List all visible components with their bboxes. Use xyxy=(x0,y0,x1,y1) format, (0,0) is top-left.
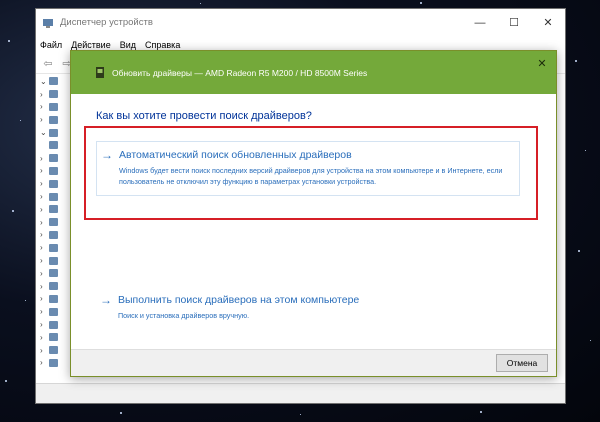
chevron-right-icon[interactable]: › xyxy=(40,307,49,316)
chevron-right-icon[interactable]: › xyxy=(40,102,49,111)
tree-row[interactable]: › xyxy=(40,305,72,318)
chevron-right-icon[interactable]: › xyxy=(40,256,49,265)
device-icon xyxy=(49,141,58,150)
dialog-footer: Отмена xyxy=(71,349,556,376)
tree-row[interactable]: › xyxy=(40,331,72,344)
device-icon xyxy=(49,333,58,342)
tree-row[interactable]: › xyxy=(40,344,72,357)
chevron-right-icon[interactable]: › xyxy=(40,230,49,239)
chevron-right-icon[interactable]: › xyxy=(40,218,49,227)
chevron-right-icon[interactable]: › xyxy=(40,269,49,278)
tree-row[interactable]: › xyxy=(40,241,72,254)
display-adapter-icon xyxy=(49,128,58,137)
tree-row[interactable] xyxy=(40,139,72,152)
device-icon xyxy=(49,243,58,252)
manual-search-title[interactable]: Выполнить поиск драйверов на этом компью… xyxy=(118,294,359,306)
chevron-right-icon[interactable]: › xyxy=(40,115,49,124)
menu-file[interactable]: Файл xyxy=(40,40,62,50)
tree-row[interactable]: › xyxy=(40,152,72,165)
dialog-close-button[interactable]: ✕ xyxy=(535,56,549,70)
tree-row[interactable]: › xyxy=(40,177,72,190)
status-bar xyxy=(36,383,565,403)
back-arrow-icon[interactable]: ⇦ xyxy=(40,56,56,72)
tree-row[interactable]: › xyxy=(40,280,72,293)
device-manager-icon xyxy=(43,18,53,28)
device-icon xyxy=(49,205,58,214)
chevron-right-icon[interactable]: › xyxy=(40,179,49,188)
device-icon xyxy=(49,307,58,316)
maximize-button[interactable]: ☐ xyxy=(497,9,531,36)
chevron-down-icon[interactable]: ⌄ xyxy=(40,77,49,86)
device-icon xyxy=(49,166,58,175)
chevron-right-icon[interactable]: › xyxy=(40,166,49,175)
tree-row[interactable]: › xyxy=(40,165,72,178)
tree-row[interactable]: › xyxy=(40,203,72,216)
chevron-right-icon[interactable]: › xyxy=(40,358,49,367)
close-window-button[interactable]: ✕ xyxy=(531,9,565,36)
menu-action[interactable]: Действие xyxy=(71,40,111,50)
chevron-right-icon[interactable]: › xyxy=(40,205,49,214)
tree-row[interactable]: › xyxy=(40,101,72,114)
computer-icon xyxy=(49,77,58,86)
device-icon xyxy=(49,256,58,265)
device-icon xyxy=(49,320,58,329)
arrow-right-icon: → xyxy=(101,148,113,162)
tree-row[interactable]: › xyxy=(40,357,72,370)
minimize-button[interactable]: — xyxy=(463,9,497,36)
chevron-right-icon[interactable]: › xyxy=(40,90,49,99)
tree-row[interactable]: › xyxy=(40,88,72,101)
device-icon xyxy=(49,294,58,303)
menu-view[interactable]: Вид xyxy=(120,40,136,50)
chevron-down-icon[interactable]: ⌄ xyxy=(40,128,49,137)
device-icon xyxy=(49,269,58,278)
device-icon xyxy=(49,218,58,227)
chevron-right-icon[interactable]: › xyxy=(40,333,49,342)
device-tree: ⌄ › › › ⌄ › › › › › › › › › › › › › › › … xyxy=(40,75,72,369)
auto-search-description: Windows будет вести поиск последних верс… xyxy=(119,166,503,186)
tree-row[interactable]: › xyxy=(40,318,72,331)
menu-help[interactable]: Справка xyxy=(145,40,180,50)
device-icon xyxy=(49,102,58,111)
tree-row[interactable]: › xyxy=(40,267,72,280)
tree-row[interactable]: › xyxy=(40,190,72,203)
dialog-header: Обновить драйверы — AMD Radeon R5 M200 /… xyxy=(71,51,556,94)
chevron-right-icon[interactable]: › xyxy=(40,282,49,291)
dialog-title: Обновить драйверы — AMD Radeon R5 M200 /… xyxy=(112,67,368,78)
tree-row[interactable]: ⌄ xyxy=(40,75,72,88)
tree-row[interactable]: › xyxy=(40,229,72,242)
device-icon xyxy=(49,179,58,188)
device-icon xyxy=(49,192,58,201)
device-icon xyxy=(49,358,58,367)
update-drivers-dialog: Обновить драйверы — AMD Radeon R5 M200 /… xyxy=(70,50,557,377)
arrow-right-icon: → xyxy=(100,293,112,307)
device-icon xyxy=(49,346,58,355)
tree-row[interactable]: › xyxy=(40,113,72,126)
tree-row[interactable]: › xyxy=(40,254,72,267)
chevron-right-icon[interactable]: › xyxy=(40,294,49,303)
chevron-right-icon[interactable]: › xyxy=(40,154,49,163)
display-adapter-icon xyxy=(96,67,104,78)
device-icon xyxy=(49,90,58,99)
device-manager-title: Диспетчер устройств xyxy=(60,17,153,28)
chevron-right-icon[interactable]: › xyxy=(40,320,49,329)
search-question-heading: Как вы хотите провести поиск драйверов? xyxy=(96,110,312,122)
device-icon xyxy=(49,154,58,163)
cancel-button[interactable]: Отмена xyxy=(496,354,548,372)
tree-row[interactable]: ⌄ xyxy=(40,126,72,139)
device-manager-titlebar: Диспетчер устройств — ☐ ✕ xyxy=(36,9,565,36)
chevron-right-icon[interactable]: › xyxy=(40,192,49,201)
auto-search-title[interactable]: Автоматический поиск обновленных драйвер… xyxy=(119,149,352,161)
manual-search-description: Поиск и установка драйверов вручную. xyxy=(118,311,250,320)
tree-row[interactable]: › xyxy=(40,293,72,306)
chevron-right-icon[interactable]: › xyxy=(40,243,49,252)
manual-search-option[interactable]: → Выполнить поиск драйверов на этом комп… xyxy=(96,287,520,327)
tree-row[interactable]: › xyxy=(40,216,72,229)
chevron-right-icon[interactable]: › xyxy=(40,346,49,355)
device-icon xyxy=(49,115,58,124)
auto-search-option[interactable]: → Автоматический поиск обновленных драйв… xyxy=(96,141,520,196)
device-icon xyxy=(49,230,58,239)
device-icon xyxy=(49,282,58,291)
